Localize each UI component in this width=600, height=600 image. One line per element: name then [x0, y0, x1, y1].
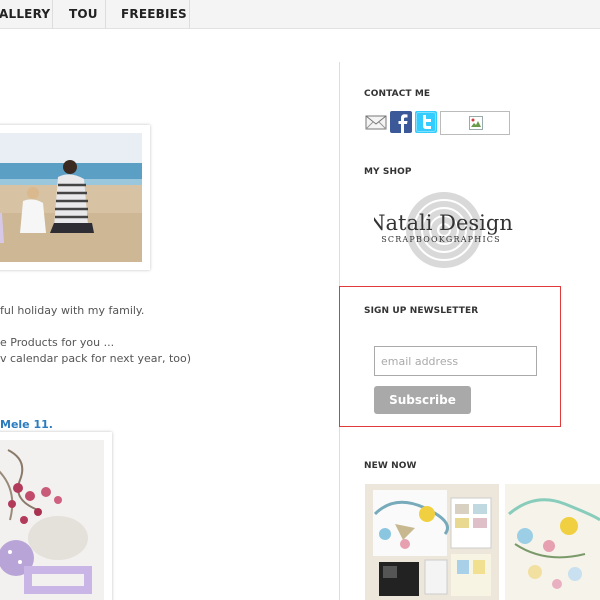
newsletter-title: SIGN UP NEWSLETTER: [364, 306, 479, 316]
shop-logo-tagline: SCRAPBOOKGRAPHICS: [381, 235, 501, 244]
nav-divider: [105, 0, 106, 29]
email-field[interactable]: [374, 346, 537, 376]
shop-title: MY SHOP: [364, 167, 412, 177]
nav-item-freebies[interactable]: FREEBIES: [121, 7, 187, 21]
product-thumbnail[interactable]: [365, 484, 499, 600]
post-text-line: e Products for you ...: [0, 336, 115, 349]
post-photo-beach: [0, 125, 150, 270]
nav-divider: [52, 0, 53, 29]
nav-divider: [189, 0, 190, 29]
post-text-line: ful holiday with my family.: [0, 304, 145, 317]
post-photo-scrapbook: [0, 432, 112, 600]
subscribe-button[interactable]: Subscribe: [374, 386, 471, 414]
nav-item-tou[interactable]: TOU: [69, 7, 98, 21]
facebook-icon[interactable]: [390, 111, 412, 133]
broken-image-icon[interactable]: [440, 111, 510, 135]
shop-logo[interactable]: Natali Design SCRAPBOOKGRAPHICS: [367, 190, 514, 274]
mail-icon[interactable]: [365, 111, 387, 133]
new-now-title: NEW NOW: [364, 461, 417, 471]
shop-logo-name: Natali Design: [374, 211, 513, 235]
top-nav: ALLERY TOU FREEBIES: [0, 0, 600, 29]
scrapbook-photo-image: [0, 440, 104, 600]
post-title-link[interactable]: Mele 11.: [0, 418, 53, 431]
beach-photo-image: [0, 133, 142, 262]
twitter-icon[interactable]: [415, 111, 437, 133]
contact-title: CONTACT ME: [364, 89, 431, 99]
post-text-line: v calendar pack for next year, too): [0, 352, 192, 365]
product-thumbnail[interactable]: [505, 484, 600, 600]
nav-item-gallery[interactable]: ALLERY: [0, 7, 50, 21]
